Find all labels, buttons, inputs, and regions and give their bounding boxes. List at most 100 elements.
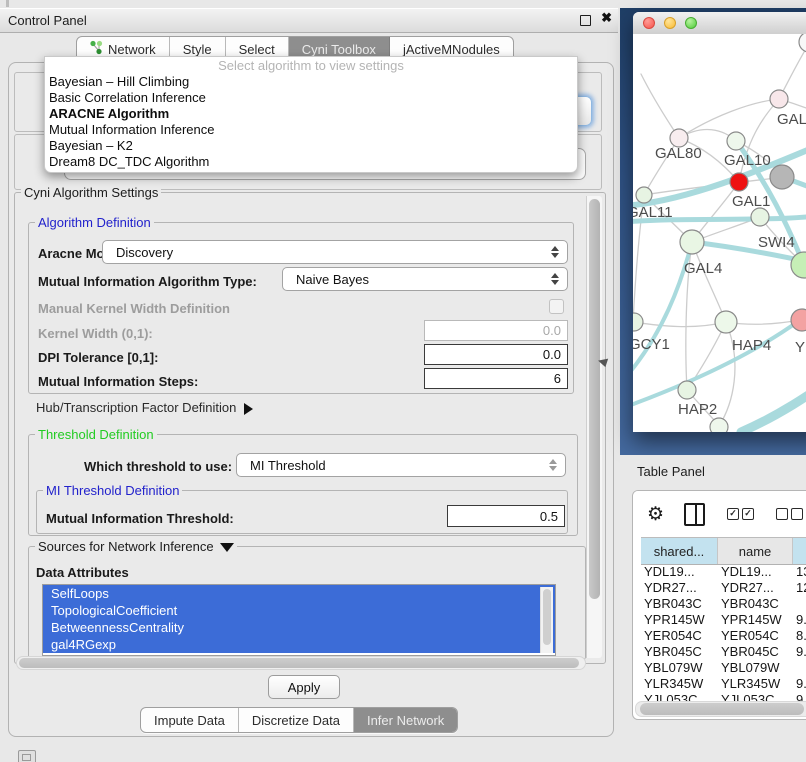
- expand-arrow-icon: [244, 403, 253, 415]
- minimize-traffic-light-icon[interactable]: [664, 17, 676, 29]
- network-edge: [633, 322, 726, 327]
- threshold-definition-title: Threshold Definition: [35, 427, 157, 442]
- deselect-all-checkboxes-icon[interactable]: [776, 508, 803, 520]
- close-traffic-light-icon[interactable]: [643, 17, 655, 29]
- table-row[interactable]: YDL19...YDL19...13: [641, 564, 806, 580]
- node-salmon[interactable]: [791, 309, 806, 331]
- gear-icon[interactable]: ⚙: [647, 503, 664, 526]
- node-swi4[interactable]: [791, 252, 806, 278]
- node-bottom-partial[interactable]: [710, 418, 728, 432]
- network-canvas[interactable]: GALGAL80GAL10GAL1GAL11SWI4GAL4HAP4YGCY1H…: [633, 34, 806, 432]
- attribute-list-item[interactable]: SelfLoops: [43, 585, 555, 602]
- table-cell: 8.: [793, 628, 806, 644]
- node-hap4[interactable]: [715, 311, 737, 333]
- dropdown-item[interactable]: Basic Correlation Inference: [45, 90, 577, 106]
- table-row[interactable]: YLR345WYLR345W9.: [641, 676, 806, 692]
- manual-kernel-label: Manual Kernel Width Definition: [38, 301, 230, 316]
- hscroll-thumb[interactable]: [19, 658, 579, 668]
- manual-kernel-checkbox[interactable]: [549, 299, 564, 314]
- network-edge: [641, 74, 679, 138]
- dpi-tolerance-value: 0.0: [543, 347, 561, 362]
- cytoscape-desktop: GALGAL80GAL10GAL1GAL11SWI4GAL4HAP4YGCY1H…: [620, 8, 806, 455]
- bottom-left-window-icon[interactable]: [18, 750, 36, 762]
- node-gcy1[interactable]: [633, 313, 643, 331]
- column-header-1[interactable]: name: [718, 538, 793, 564]
- dpi-tolerance-label: DPI Tolerance [0,1]:: [38, 350, 158, 365]
- tab-label: Cyni Toolbox: [302, 42, 376, 57]
- node-hap2[interactable]: [678, 381, 696, 399]
- bottom-tab-infer-network[interactable]: Infer Network: [354, 708, 457, 732]
- node-red[interactable]: [730, 173, 748, 191]
- node-gal-pink[interactable]: [770, 90, 788, 108]
- node-gal11[interactable]: [636, 187, 652, 203]
- list-scroll-thumb[interactable]: [543, 589, 551, 645]
- node-gcy1-label: GCY1: [633, 336, 670, 353]
- attribute-list-item[interactable]: gal4RGexp: [43, 636, 555, 653]
- table-panel-header: Table Panel: [620, 455, 806, 487]
- table-cell: YBR043C: [718, 596, 793, 612]
- bottom-tab-impute-data[interactable]: Impute Data: [141, 708, 239, 732]
- dropdown-item[interactable]: Dream8 DC_TDC Algorithm: [45, 154, 577, 170]
- zoom-traffic-light-icon[interactable]: [685, 17, 697, 29]
- table-cell: YPR145W: [718, 612, 793, 628]
- columns-icon[interactable]: [684, 503, 705, 526]
- corner-tick: [6, 0, 9, 7]
- mi-type-label: Mutual Information Algorithm Type:: [38, 274, 257, 289]
- node-gal11-label: GAL11: [633, 204, 673, 221]
- sources-title-toggle[interactable]: Sources for Network Inference: [35, 539, 237, 554]
- settings-vertical-scrollbar[interactable]: [586, 196, 602, 658]
- node-top-partial[interactable]: [799, 34, 806, 52]
- aracne-mode-combo[interactable]: Discovery: [102, 240, 568, 264]
- settings-scroll-thumb[interactable]: [589, 199, 600, 599]
- table-hscroll-thumb[interactable]: [640, 703, 804, 715]
- algorithm-definition-title: Algorithm Definition: [35, 215, 154, 230]
- table-row[interactable]: YBR045CYBR045C9.: [641, 644, 806, 660]
- table-row[interactable]: YBL079WYBL079W: [641, 660, 806, 676]
- hub-definition-toggle[interactable]: Hub/Transcription Factor Definition: [36, 400, 253, 415]
- dropdown-item[interactable]: ARACNE Algorithm: [45, 106, 577, 122]
- table-cell: YER054C: [718, 628, 793, 644]
- network-window-titlebar[interactable]: [633, 12, 806, 35]
- dropdown-item[interactable]: Bayesian – Hill Climbing: [45, 74, 577, 90]
- kernel-width-field[interactable]: 0.0: [424, 320, 568, 341]
- combo-spinner-icon: [549, 459, 557, 471]
- table-cell: YLR345W: [641, 676, 718, 692]
- dpi-tolerance-field[interactable]: 0.0: [424, 344, 568, 365]
- column-header-0[interactable]: shared...: [641, 538, 718, 564]
- dropdown-prompt: Select algorithm to view settings: [45, 57, 577, 74]
- table-horizontal-scrollbar[interactable]: [635, 701, 806, 717]
- data-attributes-list[interactable]: SelfLoopsTopologicalCoefficientBetweenne…: [42, 584, 556, 656]
- apply-button-label: Apply: [288, 680, 321, 695]
- float-window-icon[interactable]: [580, 15, 591, 26]
- bottom-tab-discretize-data[interactable]: Discretize Data: [239, 708, 354, 732]
- node-gray[interactable]: [770, 165, 794, 189]
- table-cell: 9.: [793, 612, 806, 628]
- table-row[interactable]: YPR145WYPR145W9.: [641, 612, 806, 628]
- column-header-2[interactable]: A: [793, 538, 806, 564]
- node-gal1-green-label: SWI4: [758, 234, 795, 251]
- mi-steps-field[interactable]: 6: [424, 368, 568, 389]
- dropdown-item[interactable]: Bayesian – K2: [45, 138, 577, 154]
- table-row[interactable]: YER054CYER054C8.: [641, 628, 806, 644]
- select-all-checkboxes-icon[interactable]: ✓✓: [727, 508, 754, 520]
- table-row[interactable]: YDR27...YDR27...12: [641, 580, 806, 596]
- apply-button[interactable]: Apply: [268, 675, 340, 699]
- dropdown-item[interactable]: Mutual Information Inference: [45, 122, 577, 138]
- algorithm-dropdown-popup: Select algorithm to view settings Bayesi…: [44, 56, 578, 173]
- network-view-window[interactable]: GALGAL80GAL10GAL1GAL11SWI4GAL4HAP4YGCY1H…: [633, 12, 806, 432]
- table-cell: [793, 596, 806, 612]
- attribute-list-item[interactable]: TopologicalCoefficient: [43, 602, 555, 619]
- control-panel-title: Control Panel: [8, 13, 87, 28]
- mi-type-combo[interactable]: Naive Bayes: [282, 267, 568, 291]
- list-scrollbar[interactable]: [540, 587, 553, 653]
- attribute-list-item[interactable]: BetweennessCentrality: [43, 619, 555, 636]
- mi-threshold-field[interactable]: 0.5: [447, 505, 565, 527]
- node-gal4[interactable]: [680, 230, 704, 254]
- node-gal1-green[interactable]: [751, 208, 769, 226]
- settings-horizontal-scrollbar[interactable]: [16, 656, 586, 670]
- table-row[interactable]: YBR043CYBR043C: [641, 596, 806, 612]
- network-edge: [692, 242, 726, 322]
- node-gal10[interactable]: [727, 132, 745, 150]
- which-threshold-combo[interactable]: MI Threshold: [236, 453, 566, 477]
- close-icon[interactable]: ✖: [601, 10, 612, 26]
